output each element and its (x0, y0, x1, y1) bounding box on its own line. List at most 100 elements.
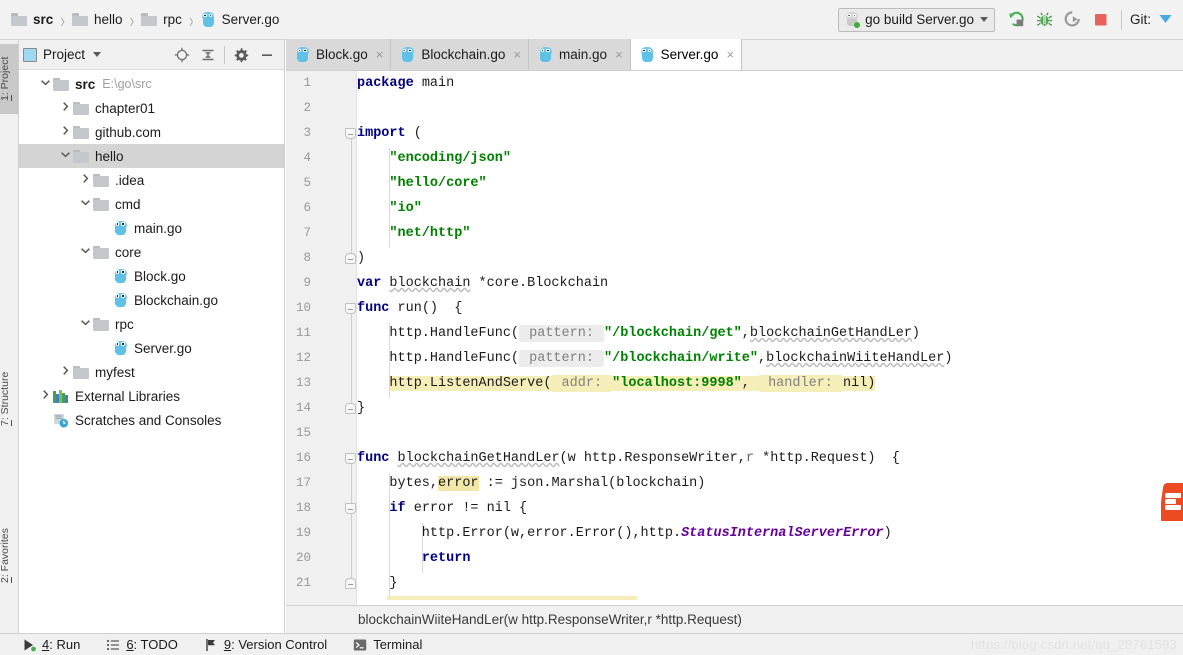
breadcrumb-item-server-go[interactable]: Server.go (200, 7, 281, 33)
editor-tab-block-go[interactable]: Block.go × (286, 39, 392, 70)
chevron-right-icon[interactable] (57, 364, 73, 380)
debug-button[interactable] (1031, 7, 1059, 33)
code-content[interactable]: package main import ( "encoding/json" "he… (357, 71, 1183, 633)
keyword-token: func (357, 451, 398, 466)
git-update-button[interactable] (1151, 7, 1179, 33)
folder-icon (73, 101, 89, 115)
run-with-coverage-button[interactable] (1059, 7, 1087, 33)
folder-icon (93, 173, 109, 187)
toolbar-divider (1120, 9, 1122, 30)
tree-item-external-libraries[interactable]: External Libraries (19, 384, 284, 408)
close-icon[interactable]: × (513, 48, 521, 61)
close-icon[interactable]: × (376, 48, 384, 61)
code-line[interactable]: package main (357, 71, 454, 96)
code-line[interactable]: } (357, 571, 397, 596)
close-icon[interactable]: × (615, 48, 623, 61)
tree-item-block-go[interactable]: Block.go (19, 264, 284, 288)
line-number: 12 (295, 351, 311, 365)
code-line[interactable]: ) (357, 246, 365, 271)
tree-item-myfest[interactable]: myfest (19, 360, 284, 384)
code-editor[interactable]: 1 2 3 4 5 6 7 8 9 10 11 12 13 14 15 16 17 18 19 20 21 packag… (286, 71, 1183, 633)
close-icon[interactable]: × (726, 48, 734, 61)
chevron-right-icon[interactable] (37, 388, 53, 404)
run-configuration-selector[interactable]: go build Server.go (838, 7, 995, 32)
code-token: error != nil { (413, 501, 528, 516)
chevron-down-icon[interactable] (37, 76, 53, 92)
parameter-hint: pattern: (519, 350, 605, 367)
tool-window-tab-structure[interactable]: 7: Structure (0, 356, 18, 442)
tree-item-github-com[interactable]: github.com (19, 120, 284, 144)
code-line[interactable]: http.HandleFunc( pattern: "/blockchain/g… (357, 321, 920, 346)
breadcrumb-item-rpc[interactable]: rpc (140, 7, 183, 33)
chevron-down-icon[interactable] (57, 148, 73, 164)
collapse-all-button[interactable] (195, 42, 221, 68)
tree-item-blockchain-go[interactable]: Blockchain.go (19, 288, 284, 312)
code-token: *core.Blockchain (470, 276, 609, 291)
code-line[interactable]: func run() { (357, 296, 462, 321)
code-token: ) (944, 351, 953, 366)
editor-tab-label: Block.go (316, 47, 368, 62)
breadcrumb-item-hello[interactable]: hello (71, 7, 124, 33)
code-line[interactable]: var blockchain *core.Blockchain (357, 271, 608, 296)
code-line[interactable]: if error != nil { (357, 496, 527, 521)
code-line[interactable]: bytes,error := json.Marshal(blockchain) (357, 471, 705, 496)
code-line[interactable]: http.Error(w,error.Error(),http.StatusIn… (357, 521, 892, 546)
code-line[interactable]: http.HandleFunc( pattern: "/blockchain/w… (357, 346, 952, 371)
tool-window-tab-favorites[interactable]: 2: Favorites (0, 510, 18, 602)
status-bar-item-terminal[interactable]: Terminal (353, 637, 422, 652)
tree-item-rpc[interactable]: rpc (19, 312, 284, 336)
tree-item-hello[interactable]: hello (19, 144, 284, 168)
chevron-right-icon[interactable] (77, 172, 93, 188)
code-line[interactable]: return (357, 546, 471, 571)
editor-gutter[interactable]: 1 2 3 4 5 6 7 8 9 10 11 12 13 14 15 16 17 18 19 20 21 (286, 71, 356, 633)
status-bar-item-label: 9: Version Control (223, 637, 328, 652)
tree-item-chapter01[interactable]: chapter01 (19, 96, 284, 120)
panel-divider (224, 45, 225, 64)
line-number: 7 (303, 226, 311, 240)
status-bar-item-versioncontrol[interactable]: 9: Version Control (204, 637, 327, 652)
locate-file-button[interactable] (169, 42, 195, 68)
hide-panel-button[interactable] (254, 42, 280, 68)
vcs-icon (204, 638, 218, 652)
breadcrumb-item-src[interactable]: src (10, 7, 54, 33)
code-token: , (741, 376, 758, 391)
tree-item-main-go[interactable]: main.go (19, 216, 284, 240)
code-line[interactable]: func blockchainGetHandLer(w http.Respons… (357, 446, 900, 471)
code-line[interactable]: } (357, 396, 365, 421)
code-line[interactable]: import ( (357, 121, 422, 146)
project-settings-button[interactable] (228, 42, 254, 68)
chevron-down-icon[interactable] (77, 196, 93, 212)
tool-logo-icon (1161, 483, 1183, 521)
status-bar-item-run[interactable]: 4: Run (22, 637, 80, 652)
project-view-chevron-down-icon[interactable] (93, 52, 102, 57)
code-line[interactable]: "hello/core" (357, 171, 486, 196)
tree-item-src[interactable]: src E:\go\src (19, 72, 284, 96)
collapse-all-icon (202, 49, 214, 60)
editor-tab-blockchain-go[interactable]: Blockchain.go × (391, 39, 530, 70)
tool-window-tab-project[interactable]: 1: Project (0, 44, 18, 114)
tree-item-cmd[interactable]: cmd (19, 192, 284, 216)
tree-item-core[interactable]: core (19, 240, 284, 264)
chevron-down-icon[interactable] (77, 316, 93, 332)
chevron-right-icon[interactable] (57, 100, 73, 116)
chevron-down-icon[interactable] (77, 244, 93, 260)
go-file-icon (113, 220, 128, 236)
stop-button[interactable] (1087, 7, 1115, 33)
run-button[interactable] (1003, 7, 1031, 33)
editor-tab-main-go[interactable]: main.go × (529, 39, 631, 70)
status-bar-item-todo[interactable]: 6: TODO (106, 637, 178, 652)
tree-item-scratches-and-consoles[interactable]: Scratches and Consoles (19, 408, 284, 432)
code-line[interactable]: "encoding/json" (357, 146, 511, 171)
code-line[interactable]: http.ListenAndServe( addr: "localhost:99… (357, 371, 876, 396)
code-line[interactable]: "net/http" (357, 221, 470, 246)
project-tree[interactable]: src E:\go\src chapter01 github.com hello .ide… (19, 70, 284, 633)
line-number: 15 (295, 426, 311, 440)
folder-icon (73, 149, 89, 163)
tree-item--idea[interactable]: .idea (19, 168, 284, 192)
editor-tab-server-go[interactable]: Server.go × (630, 39, 743, 70)
tree-item-server-go[interactable]: Server.go (19, 336, 284, 360)
chevron-right-icon[interactable] (57, 124, 73, 140)
breadcrumb-separator: › (129, 7, 135, 32)
